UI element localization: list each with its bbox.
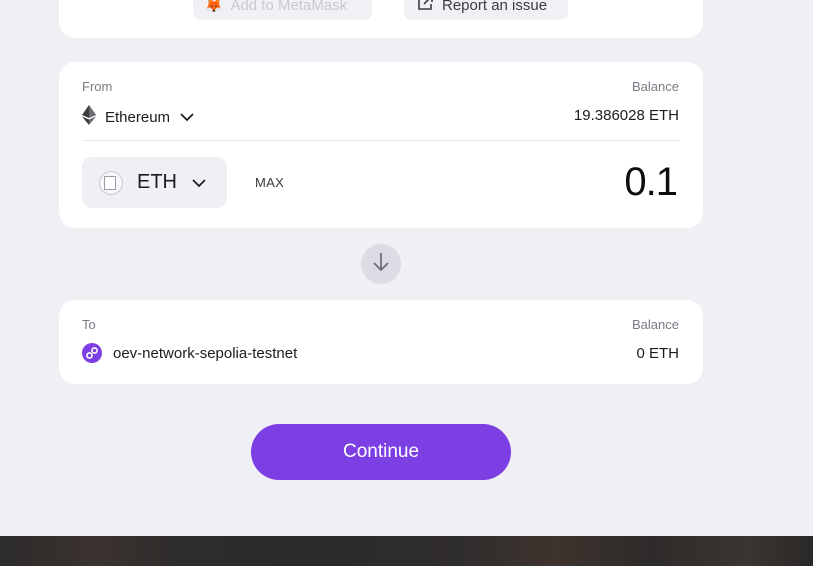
to-network-name: oev-network-sepolia-testnet [113, 344, 298, 362]
amount-input[interactable]: 0.1 [624, 160, 678, 205]
chevron-down-icon [191, 171, 207, 194]
to-card: To Balance oev-network-sepolia-testnet 0… [59, 300, 703, 384]
direction-arrow-button[interactable] [361, 244, 401, 284]
add-to-metamask-button[interactable]: 🦊 Add to MetaMask [193, 0, 372, 20]
to-balance-value: 0 ETH [636, 345, 679, 362]
arrow-down-icon [372, 251, 390, 278]
from-label: From [82, 79, 113, 94]
token-image-icon [99, 170, 123, 195]
report-issue-button[interactable]: Report an issue [404, 0, 568, 20]
external-link-icon [416, 0, 434, 16]
from-balance-label: Balance [632, 79, 679, 94]
from-balance-value: 19.386028 ETH [573, 107, 679, 124]
token-selector[interactable]: ETH [82, 157, 227, 208]
from-network-selector[interactable]: Ethereum [82, 105, 195, 129]
report-issue-label: Report an issue [442, 0, 548, 14]
metamask-fox-icon: 🦊 [205, 0, 223, 13]
continue-button[interactable]: Continue [251, 424, 511, 480]
add-to-metamask-label: Add to MetaMask [230, 0, 348, 14]
from-network-name: Ethereum [105, 108, 171, 126]
max-button[interactable]: MAX [255, 175, 284, 190]
to-label: To [82, 317, 96, 332]
footer-band [0, 536, 813, 566]
ethereum-icon [82, 105, 96, 129]
oev-network-icon [82, 343, 102, 363]
from-card: From Balance Ethereum 19.386028 ETH ETH [59, 62, 703, 228]
to-balance-label: Balance [632, 317, 679, 332]
to-network: oev-network-sepolia-testnet [82, 343, 297, 363]
token-symbol: ETH [137, 171, 177, 193]
divider [82, 140, 679, 141]
chevron-down-icon [179, 109, 195, 126]
top-actions-card: 🦊 Add to MetaMask Report an issue [59, 0, 703, 38]
